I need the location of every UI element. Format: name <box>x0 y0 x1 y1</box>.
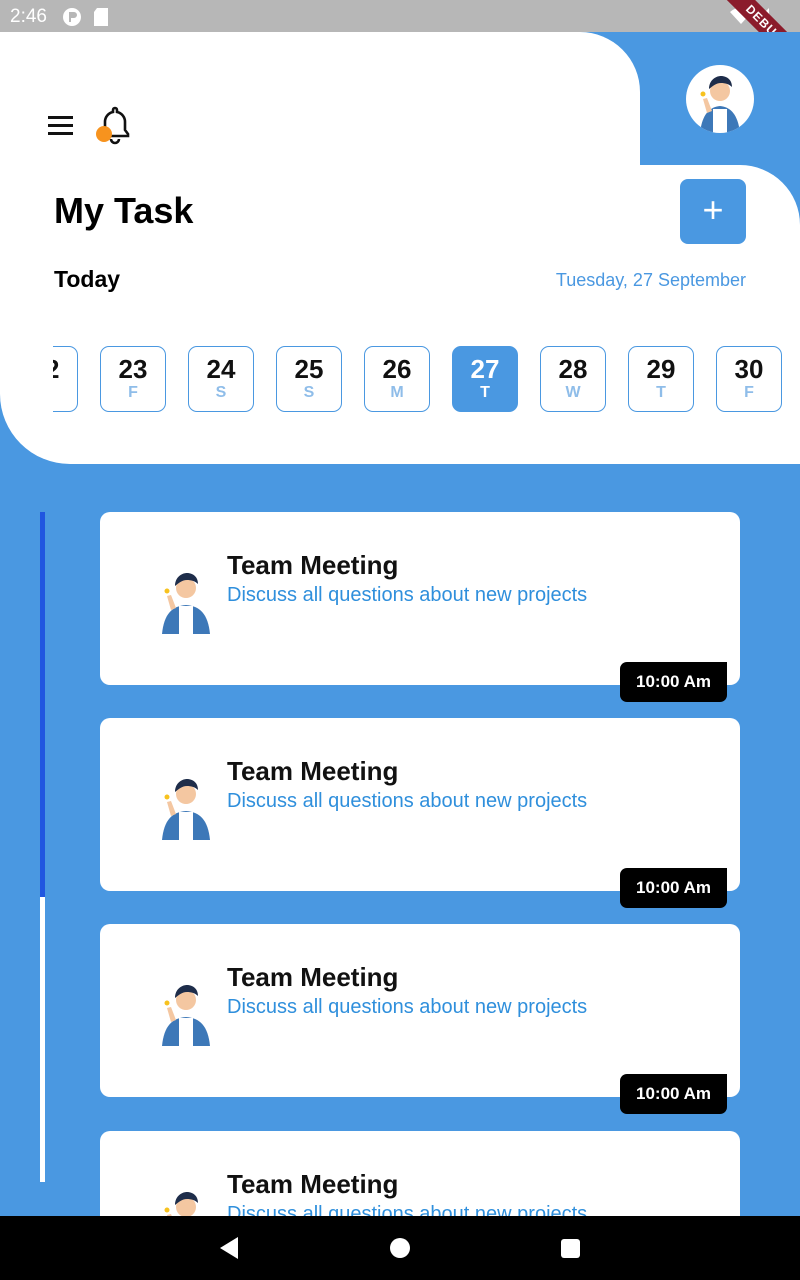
timeline-progress <box>40 512 45 897</box>
task-description: Discuss all questions about new projects <box>227 790 588 812</box>
person-illustration-icon <box>162 573 210 634</box>
sd-card-icon <box>94 8 108 26</box>
task-title: Team Meeting <box>227 550 399 580</box>
date-item[interactable]: 24 S <box>188 346 254 412</box>
task-description: Discuss all questions about new projects <box>227 584 588 606</box>
bell-icon[interactable] <box>94 104 136 146</box>
status-bar: 2:46 DEBUG <box>0 0 800 78</box>
avatar-illustration-icon <box>700 76 740 133</box>
home-icon[interactable] <box>390 1238 410 1258</box>
person-illustration-icon <box>162 985 210 1046</box>
status-time: 2:46 <box>10 6 47 27</box>
timeline-track <box>40 512 45 1182</box>
date-item[interactable]: 22T <box>53 346 78 412</box>
add-task-button[interactable]: + <box>680 179 746 244</box>
current-date: Tuesday, 27 September <box>555 270 746 290</box>
date-strip[interactable]: 22T 23F 24S 25S 26M 27T 28W 29T 30F <box>53 346 800 412</box>
today-label: Today <box>54 266 121 292</box>
time-badge: 10:00 Am <box>620 662 727 702</box>
task-title: Team Meeting <box>227 756 399 786</box>
task-title: Team Meeting <box>227 962 399 992</box>
date-item[interactable]: 28 W <box>540 346 606 412</box>
person-illustration-icon <box>162 779 210 840</box>
task-description: Discuss all questions about new projects <box>227 996 588 1018</box>
notification-app-icon <box>63 8 81 26</box>
recent-apps-icon[interactable] <box>561 1239 580 1258</box>
task-card[interactable]: Team Meeting Discuss all questions about… <box>100 512 740 702</box>
date-item[interactable]: 23 F <box>100 346 166 412</box>
task-card[interactable]: Team Meeting Discuss all questions about… <box>100 718 740 908</box>
page-title: My Task <box>54 190 194 231</box>
date-item[interactable]: 29 T <box>628 346 694 412</box>
date-item[interactable]: 30 F <box>716 346 782 412</box>
notification-dot <box>96 126 112 142</box>
date-item-selected[interactable]: 27 T <box>452 346 518 412</box>
back-icon[interactable] <box>218 1236 240 1260</box>
avatar[interactable] <box>686 65 754 133</box>
menu-icon[interactable] <box>48 116 74 136</box>
date-item[interactable]: 25 S <box>276 346 342 412</box>
date-item[interactable]: 26 M <box>364 346 430 412</box>
task-card[interactable]: Team Meeting Discuss all questions about… <box>100 924 740 1114</box>
time-badge: 10:00 Am <box>620 868 727 908</box>
time-badge: 10:00 Am <box>620 1074 727 1114</box>
task-title: Team Meeting <box>227 1169 399 1199</box>
